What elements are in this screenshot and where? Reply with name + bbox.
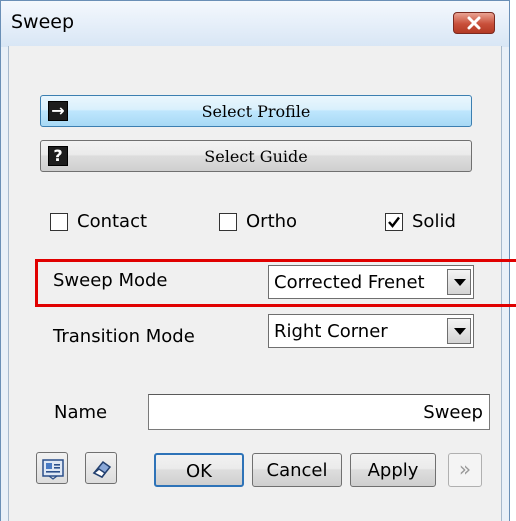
apply-label: Apply [367, 460, 419, 481]
name-field[interactable]: Sweep [148, 394, 490, 430]
chevron-down-icon [454, 328, 466, 335]
close-icon [467, 16, 481, 30]
solid-checkbox-box[interactable] [385, 213, 403, 231]
transition-mode-select[interactable]: Right Corner [268, 314, 474, 348]
more-options-button[interactable]: » [448, 453, 482, 487]
checkmark-icon [388, 216, 400, 228]
apply-button[interactable]: Apply [350, 453, 436, 487]
transition-mode-label: Transition Mode [53, 326, 195, 347]
cancel-button[interactable]: Cancel [252, 453, 342, 487]
ok-label: OK [186, 461, 212, 482]
contact-checkbox-box[interactable] [50, 213, 68, 231]
close-button[interactable] [453, 12, 495, 34]
name-label: Name [54, 402, 108, 423]
transition-mode-value: Right Corner [274, 321, 388, 342]
window-title: Sweep [11, 11, 75, 33]
select-guide-label: Select Guide [204, 147, 308, 166]
eraser-button[interactable] [85, 452, 117, 484]
eraser-icon [92, 460, 112, 478]
name-field-value: Sweep [423, 402, 483, 423]
ortho-checkbox-box[interactable] [219, 213, 237, 231]
transition-mode-dropdown-button[interactable] [447, 318, 471, 344]
cancel-label: Cancel [266, 460, 328, 481]
highlight-frame [35, 259, 516, 307]
select-profile-button[interactable]: → Select Profile [40, 95, 472, 127]
preview-button[interactable] [36, 452, 68, 484]
ortho-checkbox[interactable]: Ortho [219, 211, 319, 233]
select-profile-label: Select Profile [201, 102, 311, 121]
solid-label: Solid [412, 211, 456, 232]
preview-icon [42, 459, 64, 480]
select-guide-button[interactable]: ? Select Guide [40, 140, 472, 172]
contact-label: Contact [77, 211, 148, 232]
solid-checkbox[interactable]: Solid [385, 211, 475, 233]
ok-button[interactable]: OK [154, 453, 244, 487]
contact-checkbox[interactable]: Contact [50, 211, 170, 233]
ortho-label: Ortho [246, 211, 298, 232]
title-bar: Sweep [1, 1, 509, 47]
